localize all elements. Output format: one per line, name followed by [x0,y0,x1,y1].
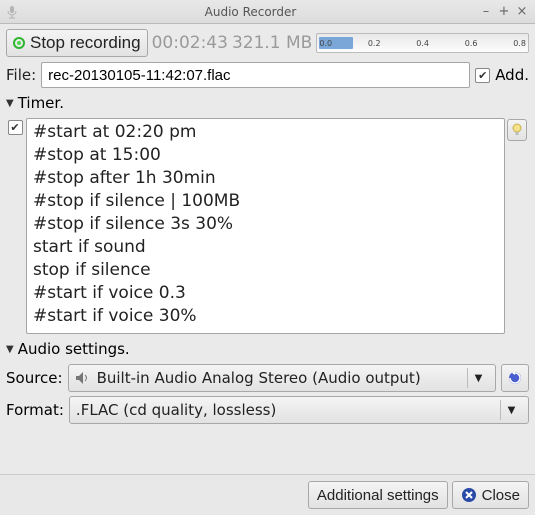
mic-icon [6,5,20,19]
add-checkbox[interactable]: ✔ [475,68,490,83]
record-button-label: Stop recording [30,33,141,53]
timer-line: #stop if silence 3s 30% [33,213,498,236]
level-tick: 0.6 [465,39,478,48]
close-button[interactable]: Close [452,481,529,509]
level-tick: 0.0 [319,39,332,48]
additional-settings-button[interactable]: Additional settings [308,481,448,509]
timer-line: #start if voice 0.3 [33,282,498,305]
filename-input[interactable] [41,62,470,88]
refresh-icon [507,370,523,386]
timer-line: #start at 02:20 pm [33,121,498,144]
triangle-down-icon: ▼ [6,98,14,109]
timer-line: #stop if silence | 100MB [33,190,498,213]
maximize-button[interactable]: + [497,5,511,19]
timer-line: #stop at 15:00 [33,144,498,167]
bulb-icon [511,123,523,137]
format-select[interactable]: .FLAC (cd quality, lossless) ▼ [69,396,529,424]
timer-line: #start if voice 30% [33,305,498,328]
timer-textarea[interactable]: #start at 02:20 pm #stop at 15:00 #stop … [26,118,505,334]
triangle-down-icon: ▼ [6,344,14,355]
timer-header-label: Timer. [18,94,64,112]
source-value: Built-in Audio Analog Stereo (Audio outp… [97,369,421,387]
close-icon [461,487,477,503]
timer-line: stop if silence [33,259,498,282]
file-size: 321.1 MB [232,33,312,53]
record-icon [13,37,25,49]
level-tick: 0.4 [416,39,429,48]
file-label: File: [6,66,36,84]
close-window-button[interactable]: × [515,5,529,19]
level-tick: 0.2 [368,39,381,48]
speaker-icon [75,371,91,385]
source-select[interactable]: Built-in Audio Analog Stereo (Audio outp… [68,364,496,392]
add-label: Add. [495,66,529,84]
format-label: Format: [6,401,64,419]
minimize-button[interactable]: – [479,5,493,19]
timer-line: start if sound [33,236,498,259]
audio-settings-header-label: Audio settings. [18,340,130,358]
record-button[interactable]: Stop recording [6,29,148,57]
refresh-sources-button[interactable] [501,364,529,392]
timer-expander[interactable]: ▼ Timer. [6,92,529,114]
format-value: .FLAC (cd quality, lossless) [76,401,276,419]
additional-settings-label: Additional settings [317,487,439,504]
hint-button[interactable] [507,119,527,141]
source-label: Source: [6,369,63,387]
audio-settings-expander[interactable]: ▼ Audio settings. [6,338,529,360]
close-label: Close [482,487,520,504]
timer-enable-checkbox[interactable]: ✔ [8,120,23,135]
level-meter: 0.0 0.2 0.4 0.6 0.8 [316,33,529,53]
level-tick: 0.8 [513,39,526,48]
titlebar: Audio Recorder – + × [0,0,535,24]
timer-line: #stop after 1h 30min [33,167,498,190]
chevron-down-icon: ▼ [467,368,489,388]
window-title: Audio Recorder [26,5,475,19]
chevron-down-icon: ▼ [500,400,522,420]
elapsed-time: 00:02:43 [152,33,228,53]
